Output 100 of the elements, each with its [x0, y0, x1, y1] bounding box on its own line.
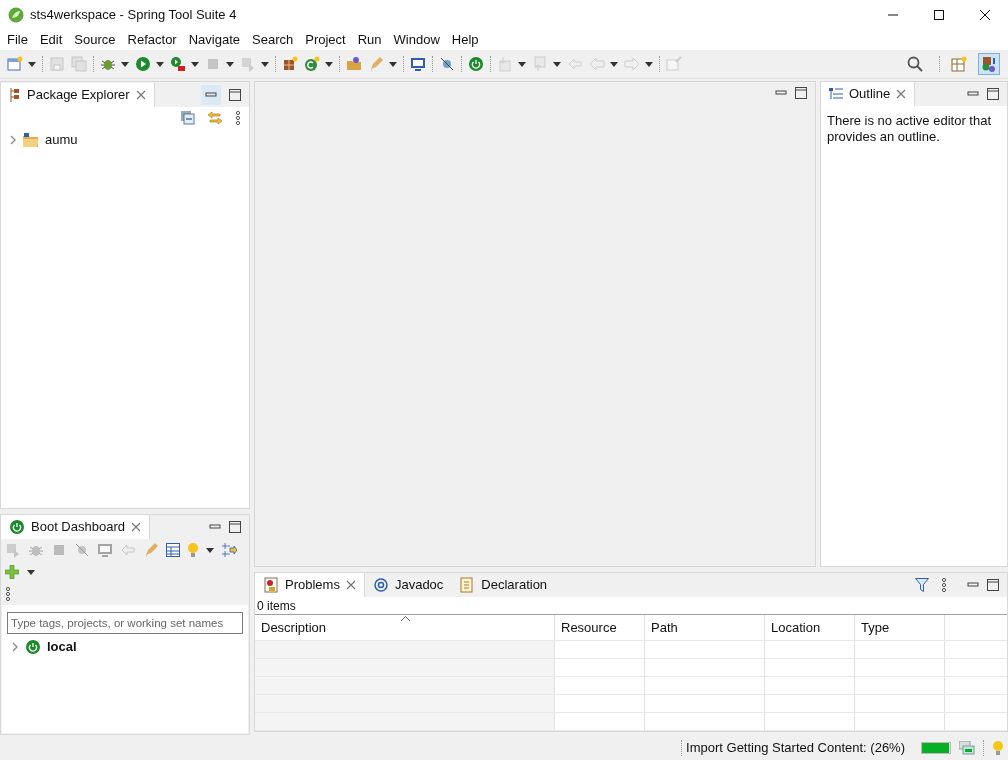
- menu-item[interactable]: Project: [299, 30, 352, 50]
- plus-icon[interactable]: [5, 565, 19, 579]
- filter-field[interactable]: Type tags, projects, or working set names: [7, 612, 243, 634]
- stop-icon: [51, 542, 67, 558]
- view-menu-icon[interactable]: [941, 578, 947, 592]
- column-header[interactable]: Resource: [555, 615, 645, 640]
- pin-editor-icon: [666, 56, 682, 72]
- outline-icon: [829, 87, 843, 101]
- minimize-icon[interactable]: [967, 580, 979, 590]
- power-icon: [468, 56, 484, 72]
- view-tab[interactable]: Problems: [255, 573, 365, 597]
- save-all-icon: [71, 56, 87, 72]
- dropdown-caret-icon[interactable]: [389, 61, 397, 67]
- outline-message: There is no active editor that provides an outline.: [826, 112, 993, 145]
- toolbar-button[interactable]: [170, 56, 199, 72]
- table-icon[interactable]: [166, 543, 180, 557]
- menu-item[interactable]: Window: [387, 30, 446, 50]
- search-icon[interactable]: [907, 56, 923, 72]
- dropdown-caret-icon[interactable]: [28, 61, 36, 67]
- dropdown-caret-icon[interactable]: [121, 61, 129, 67]
- menu-item[interactable]: Source: [68, 30, 122, 50]
- dropdown-caret-icon[interactable]: [156, 61, 164, 67]
- dropdown-caret-icon[interactable]: [27, 569, 35, 575]
- status-message: Import Getting Started Content: (26%): [686, 738, 905, 757]
- sort-ascending-icon: [401, 616, 410, 621]
- column-header[interactable]: Type: [855, 615, 945, 640]
- view-menu-icon[interactable]: [5, 587, 11, 601]
- close-icon[interactable]: [130, 522, 141, 532]
- folder-icon: [346, 56, 362, 72]
- spring-perspective-icon: [981, 56, 997, 72]
- view-menu-icon[interactable]: [235, 111, 241, 125]
- maximize-icon[interactable]: [229, 88, 241, 101]
- monitor-icon: [410, 56, 426, 72]
- maximize-icon[interactable]: [229, 521, 241, 533]
- problems-icon: [263, 577, 279, 593]
- menu-item[interactable]: File: [1, 30, 34, 50]
- menu-item[interactable]: Run: [351, 30, 388, 50]
- declaration-icon: [459, 577, 476, 593]
- open-perspective-icon: [951, 56, 967, 72]
- collapse-all-icon[interactable]: [181, 111, 195, 125]
- progress-view-icon[interactable]: [959, 740, 975, 755]
- view-tab[interactable]: Package Explorer: [1, 82, 155, 107]
- menu-item[interactable]: Help: [445, 30, 485, 50]
- close-icon: [980, 10, 990, 20]
- class-icon: [304, 56, 320, 72]
- menu-item[interactable]: Search: [246, 30, 300, 50]
- view-tab[interactable]: Boot Dashboard: [1, 515, 150, 539]
- package-explorer-icon: [9, 87, 21, 102]
- new-window-icon: [7, 56, 23, 72]
- expand-chevron-icon[interactable]: [9, 135, 17, 145]
- minimize-icon[interactable]: [209, 522, 221, 532]
- pencil-icon: [368, 56, 384, 72]
- filter-icon[interactable]: [915, 578, 929, 592]
- minimize-icon[interactable]: [205, 89, 217, 100]
- perspective-button[interactable]: [978, 53, 1000, 75]
- toolbar-button[interactable]: [368, 56, 397, 72]
- pencil-icon: [143, 542, 159, 558]
- run-icon: [135, 56, 151, 72]
- menu-item[interactable]: Refactor: [121, 30, 183, 50]
- minimize-icon[interactable]: [775, 88, 787, 98]
- arrows-icon[interactable]: [221, 543, 237, 557]
- dropdown-caret-icon[interactable]: [206, 547, 214, 553]
- toolbar-button[interactable]: [135, 56, 164, 72]
- menu-item[interactable]: Navigate: [182, 30, 246, 50]
- app-logo-icon: [8, 7, 24, 23]
- close-icon[interactable]: [896, 89, 907, 99]
- dropdown-caret-icon[interactable]: [191, 61, 199, 67]
- project-folder-icon: [23, 133, 39, 147]
- forward-arrow-icon: [624, 56, 640, 72]
- view-tab[interactable]: Outline: [821, 82, 916, 106]
- back-arrow-icon: [589, 56, 605, 72]
- maximize-icon[interactable]: [987, 88, 999, 100]
- maximize-icon: [934, 10, 944, 20]
- power-icon: [25, 639, 41, 655]
- link-arrows-icon[interactable]: [207, 111, 223, 125]
- toolbar-button[interactable]: [410, 56, 426, 72]
- save-icon: [49, 56, 65, 72]
- close-icon[interactable]: [135, 89, 146, 100]
- tree-item[interactable]: local: [47, 637, 77, 657]
- view-tab[interactable]: Declaration: [451, 573, 556, 597]
- tree-item[interactable]: aumu: [45, 130, 78, 150]
- view-tab[interactable]: Javadoc: [364, 573, 452, 597]
- column-header[interactable]: Location: [765, 615, 855, 640]
- item-count: 0 items: [255, 597, 1007, 615]
- column-header[interactable]: Description: [255, 615, 555, 640]
- close-icon[interactable]: [345, 580, 356, 590]
- maximize-icon[interactable]: [795, 87, 807, 99]
- dropdown-caret-icon[interactable]: [325, 61, 333, 67]
- maximize-icon[interactable]: [987, 579, 999, 591]
- power-icon: [9, 519, 25, 535]
- stop-icon: [205, 56, 221, 72]
- expand-chevron-icon[interactable]: [11, 642, 19, 652]
- minimize-icon[interactable]: [967, 89, 979, 99]
- package-icon: [282, 56, 298, 72]
- toolbar-button[interactable]: [304, 56, 333, 72]
- menu-item[interactable]: Edit: [33, 30, 69, 50]
- toolbar-button[interactable]: [7, 56, 36, 72]
- monitor-icon: [97, 542, 113, 558]
- column-header[interactable]: Path: [645, 615, 765, 640]
- window-title: sts4werkspace - Spring Tool Suite 4: [30, 6, 237, 25]
